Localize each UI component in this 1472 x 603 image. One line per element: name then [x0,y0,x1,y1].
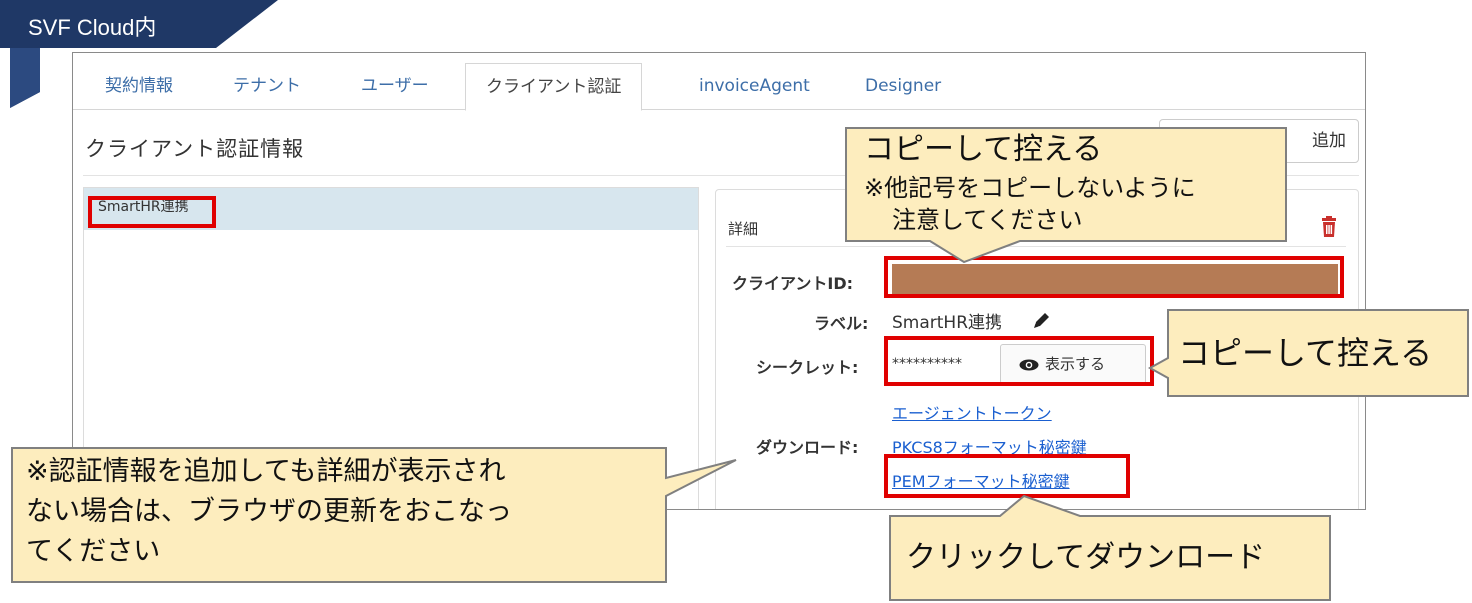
highlight-client-id [884,256,1344,298]
detail-divider [726,246,1346,247]
pencil-icon[interactable] [1032,310,1052,330]
highlight-secret [884,336,1154,386]
refresh-callout-line1: ※認証情報を追加しても詳細が表示され [26,456,506,487]
add-client-button[interactable]: 追加 [1159,119,1359,163]
client-id-callout-line3: 注意してください [892,206,1083,234]
highlight-pem-link [884,454,1130,498]
tab-contract-info[interactable]: 契約情報 [105,63,173,110]
section-title: クライアント認証情報 [85,137,305,161]
tab-bar: 契約情報 テナント ユーザー クライアント認証 invoiceAgent Des… [73,63,1365,111]
refresh-callout-line2: ない場合は、ブラウザの更新をおこなっ [26,496,512,527]
client-id-label: クライアントID: [732,274,853,293]
download-callout-text: クリックしてダウンロード [906,540,1266,575]
refresh-callout-line3: てください [26,536,161,567]
trash-icon[interactable] [1320,216,1338,238]
label-field-label: ラベル: [814,314,869,333]
detail-title: 詳細 [728,220,759,238]
label-value: SmartHR連携 [892,313,1003,333]
tab-user[interactable]: ユーザー [361,63,429,110]
download-label: ダウンロード: [756,438,859,457]
agent-token-link[interactable]: エージェントトークン [892,400,1052,424]
client-id-callout-line2: ※他記号をコピーしないように [864,174,1196,202]
tab-tenant[interactable]: テナント [233,63,301,110]
page-title: SVF Cloud内 [28,15,157,40]
client-id-callout-line1: コピーして控える [864,132,1103,167]
tab-invoice-agent[interactable]: invoiceAgent [699,63,810,110]
tab-client-auth[interactable]: クライアント認証 [465,63,643,111]
highlight-client-item [88,196,216,228]
secret-callout-text: コピーして控える [1178,334,1433,372]
secret-label: シークレット: [756,358,859,377]
tab-designer[interactable]: Designer [865,63,941,110]
